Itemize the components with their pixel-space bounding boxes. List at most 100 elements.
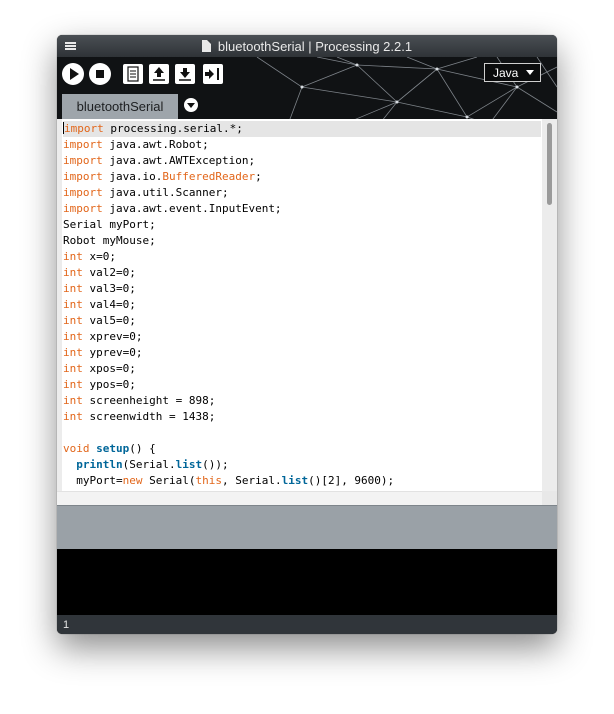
chevron-down-icon	[526, 70, 535, 75]
code-token: import	[63, 154, 103, 167]
code-token: setup	[96, 442, 130, 455]
code-token: BufferedReader	[162, 170, 256, 183]
code-token: Serial(	[142, 474, 196, 487]
code-token: xprev=0;	[82, 330, 143, 343]
code-line: import java.awt.AWTException;	[63, 153, 541, 169]
code-line: int yprev=0;	[63, 345, 541, 361]
document-icon	[201, 40, 211, 52]
code-token: java.awt.AWTException;	[102, 154, 256, 167]
code-line: println(Serial.list());	[63, 457, 541, 473]
code-token: screenheight = 898;	[82, 394, 216, 407]
code-line: import java.awt.event.InputEvent;	[63, 201, 541, 217]
code-token: ;	[255, 170, 262, 183]
code-token: java.io.	[102, 170, 163, 183]
save-button[interactable]	[175, 64, 195, 84]
code-token: println	[76, 458, 123, 471]
code-token: import	[63, 138, 103, 151]
code-line: int xprev=0;	[63, 329, 541, 345]
code-token: int	[63, 394, 83, 407]
code-token: Serial myPort;	[63, 218, 156, 231]
code-line: int val4=0;	[63, 297, 541, 313]
code-token: int	[63, 298, 83, 311]
code-token: xpos=0;	[82, 362, 136, 375]
code-token: screenwidth = 1438;	[82, 410, 216, 423]
code-line: int val2=0;	[63, 265, 541, 281]
code-line: Robot myMouse;	[63, 233, 541, 249]
stop-button[interactable]	[89, 63, 111, 85]
code-token: ypos=0;	[82, 378, 136, 391]
code-token: int	[63, 266, 83, 279]
code-token: () {	[129, 442, 156, 455]
code-token: ());	[202, 458, 229, 471]
code-token: import	[64, 122, 104, 135]
message-area	[57, 505, 557, 549]
code-token: Robot myMouse;	[63, 234, 156, 247]
code-token: int	[63, 346, 83, 359]
code-line: int screenheight = 898;	[63, 393, 541, 409]
code-token: list	[281, 474, 309, 487]
code-token: int	[63, 378, 83, 391]
new-button[interactable]	[123, 64, 143, 84]
vertical-scrollbar[interactable]	[542, 119, 557, 491]
export-arrow-icon	[205, 68, 219, 80]
code-line: myPort=new Serial(this, Serial.list()[2]…	[63, 473, 541, 489]
console-area[interactable]	[57, 549, 557, 615]
code-token: yprev=0;	[82, 346, 143, 359]
code-token: val2=0;	[82, 266, 136, 279]
run-button[interactable]	[62, 63, 84, 85]
mode-selector[interactable]: Java	[484, 63, 541, 82]
code-token: import	[63, 186, 103, 199]
mode-label: Java	[493, 65, 519, 80]
code-token: java.util.Scanner;	[102, 186, 229, 199]
tab-bluetoothserial[interactable]: bluetoothSerial	[62, 94, 178, 119]
arrow-up-icon	[153, 67, 165, 81]
horizontal-scrollbar[interactable]	[57, 491, 542, 505]
code-token: val5=0;	[82, 314, 136, 327]
code-token: ()[2], 9600);	[308, 474, 395, 487]
code-token: int	[63, 330, 83, 343]
title-bar: bluetoothSerial | Processing 2.2.1	[57, 35, 557, 57]
scrollbar-thumb[interactable]	[547, 123, 552, 205]
line-number: 1	[63, 618, 70, 631]
code-editor[interactable]: import processing.serial.*; import java.a…	[57, 119, 557, 505]
code-line: void setup() {	[63, 441, 541, 457]
code-token: this	[195, 474, 222, 487]
hamburger-menu-icon[interactable]	[65, 42, 76, 50]
footer-status-bar: 1	[57, 615, 557, 634]
code-line: import java.awt.Robot;	[63, 137, 541, 153]
code-line: import java.util.Scanner;	[63, 185, 541, 201]
code-line: int screenwidth = 1438;	[63, 409, 541, 425]
scroll-corner	[542, 491, 557, 505]
arrow-down-icon	[179, 68, 191, 81]
code-token: int	[63, 362, 83, 375]
code-token: java.awt.Robot;	[102, 138, 209, 151]
open-button[interactable]	[149, 64, 169, 84]
window-title: bluetoothSerial | Processing 2.2.1	[217, 38, 413, 54]
chevron-down-icon	[187, 102, 195, 108]
code-token: int	[63, 314, 83, 327]
code-line: int val3=0;	[63, 281, 541, 297]
code-token: myPort=	[63, 474, 123, 487]
code-line: int val5=0;	[63, 313, 541, 329]
stop-icon	[96, 70, 104, 78]
code-token: (Serial.	[122, 458, 176, 471]
play-icon	[70, 68, 79, 80]
new-document-icon	[127, 66, 139, 82]
code-token: int	[63, 410, 83, 423]
editor-gutter	[57, 119, 62, 505]
tab-menu-button[interactable]	[184, 98, 198, 112]
code-line: int xpos=0;	[63, 361, 541, 377]
export-button[interactable]	[203, 64, 223, 84]
toolbar: Java bluetoothSerial	[57, 57, 557, 127]
code-text-area[interactable]: import processing.serial.*; import java.a…	[63, 121, 541, 491]
code-token: int	[63, 282, 83, 295]
code-line: import java.io.BufferedReader;	[63, 169, 541, 185]
code-token: , Serial.	[221, 474, 282, 487]
code-token: processing.serial.*;	[103, 122, 243, 135]
tab-label: bluetoothSerial	[76, 99, 164, 114]
code-token: java.awt.event.InputEvent;	[102, 202, 282, 215]
code-token: val4=0;	[82, 298, 136, 311]
code-line: Serial myPort;	[63, 217, 541, 233]
